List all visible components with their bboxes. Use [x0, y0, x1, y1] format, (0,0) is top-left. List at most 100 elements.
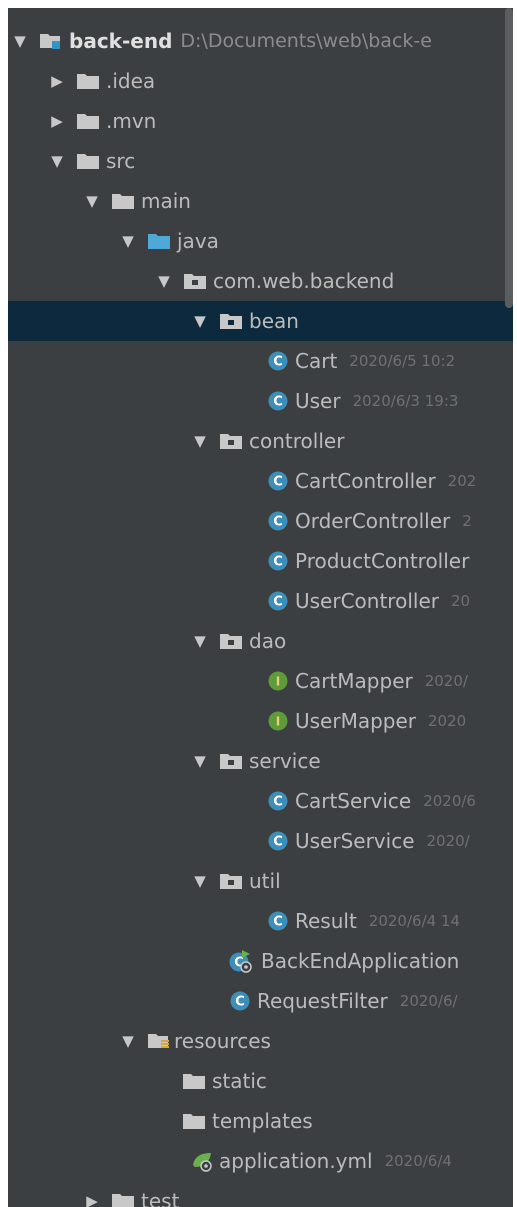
tree-row-cart-controller[interactable]: C CartController 202 — [8, 461, 513, 501]
package-icon — [184, 273, 206, 289]
spring-config-file-icon — [191, 1148, 215, 1174]
tree-row-templates[interactable]: templates — [8, 1101, 513, 1141]
class-label: Cart — [295, 349, 338, 373]
class-label: OrderController — [295, 509, 451, 533]
folder-label: static — [212, 1069, 267, 1093]
tree-row-request-filter[interactable]: C RequestFilter 2020/6/ — [8, 981, 513, 1021]
timestamp: 2020/6/ — [399, 992, 458, 1010]
expand-arrow-icon[interactable]: ▼ — [190, 872, 210, 890]
tree-row-backend-application[interactable]: C BackEndApplication — [8, 941, 513, 981]
tree-row-result[interactable]: C Result 2020/6/4 14 — [8, 901, 513, 941]
expand-arrow-icon[interactable]: ▼ — [10, 32, 30, 50]
spring-boot-class-icon: C — [228, 948, 254, 974]
expand-arrow-icon[interactable]: ▼ — [47, 152, 67, 170]
tree-row-service[interactable]: ▼ service — [8, 741, 513, 781]
class-label: UserService — [295, 829, 415, 853]
collapse-arrow-icon[interactable]: ▶ — [82, 1192, 102, 1207]
folder-label: templates — [212, 1109, 313, 1133]
folder-label: test — [141, 1189, 180, 1207]
tree-row-test[interactable]: ▶ test — [8, 1181, 513, 1207]
folder-label: main — [141, 189, 191, 213]
tree-row-package[interactable]: ▼ com.web.backend — [8, 261, 513, 301]
tree-row-back-end[interactable]: ▼ back-end D:\Documents\web\back-e — [8, 21, 513, 61]
tree-row-application-yml[interactable]: application.yml 2020/6/4 — [8, 1141, 513, 1181]
tree-row-java[interactable]: ▼ java — [8, 221, 513, 261]
tree-row-bean[interactable]: ▼ bean — [8, 301, 513, 341]
module-folder-icon — [40, 33, 62, 49]
tree-row-dao[interactable]: ▼ dao — [8, 621, 513, 661]
svg-text:I: I — [276, 675, 280, 689]
timestamp: 2020 — [428, 712, 467, 730]
package-icon — [220, 873, 242, 889]
interface-label: UserMapper — [295, 709, 417, 733]
expand-arrow-icon[interactable]: ▼ — [190, 752, 210, 770]
svg-text:C: C — [273, 915, 283, 930]
tree-row-cart-service[interactable]: C CartService 2020/6 — [8, 781, 513, 821]
class-icon: C — [230, 991, 250, 1011]
svg-text:C: C — [273, 795, 283, 810]
tree-row-cart[interactable]: C Cart 2020/6/5 10:2 — [8, 341, 513, 381]
expand-arrow-icon[interactable]: ▼ — [82, 192, 102, 210]
interface-icon: I — [268, 711, 288, 731]
file-label: application.yml — [219, 1149, 373, 1173]
collapse-arrow-icon[interactable]: ▶ — [47, 112, 67, 130]
class-label: UserController — [295, 589, 439, 613]
class-label: BackEndApplication — [261, 949, 460, 973]
timestamp: 2020/ — [424, 672, 468, 690]
folder-label: resources — [174, 1029, 271, 1053]
expand-arrow-icon[interactable]: ▼ — [154, 272, 174, 290]
package-label: bean — [249, 309, 299, 333]
expand-arrow-icon[interactable]: ▼ — [118, 1032, 138, 1050]
expand-arrow-icon[interactable]: ▼ — [190, 632, 210, 650]
module-label: back-end — [69, 29, 173, 53]
timestamp: 2020/6/5 10:2 — [349, 352, 456, 370]
svg-text:C: C — [273, 475, 283, 490]
tree-row-resources[interactable]: ▼ resources — [8, 1021, 513, 1061]
tree-row-user[interactable]: C User 2020/6/3 19:3 — [8, 381, 513, 421]
package-icon — [220, 433, 242, 449]
tree-row-controller[interactable]: ▼ controller — [8, 421, 513, 461]
tree-row-mvn[interactable]: ▶ .mvn — [8, 101, 513, 141]
svg-text:C: C — [273, 555, 283, 570]
expand-arrow-icon[interactable]: ▼ — [190, 312, 210, 330]
collapse-arrow-icon[interactable]: ▶ — [47, 72, 67, 90]
svg-text:C: C — [273, 595, 283, 610]
vertical-scrollbar[interactable] — [505, 8, 513, 308]
folder-icon — [77, 153, 99, 169]
folder-icon — [183, 1113, 205, 1129]
tree-row-product-controller[interactable]: C ProductController — [8, 541, 513, 581]
svg-text:C: C — [273, 835, 283, 850]
module-path: D:\Documents\web\back-e — [180, 30, 432, 52]
timestamp: 2020/ — [426, 832, 470, 850]
package-icon — [220, 633, 242, 649]
package-label: service — [249, 749, 321, 773]
package-icon — [220, 753, 242, 769]
tree-row-static[interactable]: static — [8, 1061, 513, 1101]
tree-row-main[interactable]: ▼ main — [8, 181, 513, 221]
class-icon: C — [268, 911, 288, 931]
svg-text:C: C — [273, 515, 283, 530]
tree-row-util[interactable]: ▼ util — [8, 861, 513, 901]
package-label: com.web.backend — [213, 269, 395, 293]
expand-arrow-icon[interactable]: ▼ — [190, 432, 210, 450]
interface-icon: I — [268, 671, 288, 691]
timestamp: 2020/6/3 19:3 — [352, 392, 459, 410]
expand-arrow-icon[interactable]: ▼ — [118, 232, 138, 250]
tree-row-user-controller[interactable]: C UserController 20 — [8, 581, 513, 621]
tree-row-user-service[interactable]: C UserService 2020/ — [8, 821, 513, 861]
class-icon: C — [268, 351, 288, 371]
tree-row-cart-mapper[interactable]: I CartMapper 2020/ — [8, 661, 513, 701]
timestamp: 202 — [447, 472, 477, 490]
tree-row-order-controller[interactable]: C OrderController 2 — [8, 501, 513, 541]
tree-row-idea[interactable]: ▶ .idea — [8, 61, 513, 101]
resources-folder-icon — [148, 1033, 170, 1049]
class-label: CartController — [295, 469, 436, 493]
package-icon — [220, 313, 242, 329]
folder-icon — [183, 1073, 205, 1089]
svg-text:C: C — [235, 995, 245, 1010]
class-label: CartService — [295, 789, 412, 813]
folder-label: src — [106, 149, 136, 173]
tree-row-user-mapper[interactable]: I UserMapper 2020 — [8, 701, 513, 741]
folder-label: java — [177, 229, 219, 253]
tree-row-src[interactable]: ▼ src — [8, 141, 513, 181]
